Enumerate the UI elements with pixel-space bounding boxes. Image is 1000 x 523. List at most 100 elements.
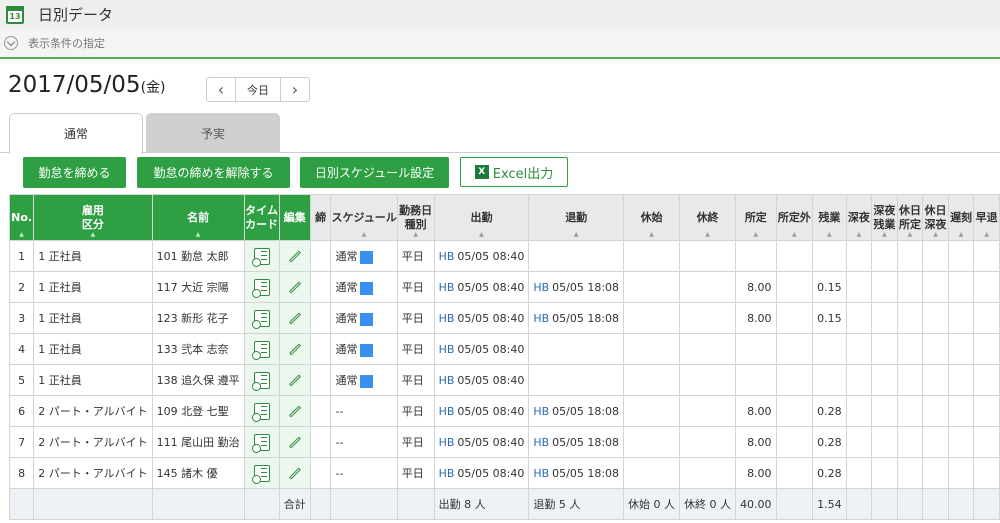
cell-clock-in[interactable]: HB 05/05 08:40 <box>433 302 530 334</box>
cell-schedule: 通常 <box>330 364 398 396</box>
pencil-icon[interactable] <box>288 436 301 449</box>
col-schedule[interactable]: スケジュール ▲ <box>330 194 398 241</box>
col-holiday-regular[interactable]: 休日 所定 ▲ <box>896 194 924 241</box>
timecard-icon[interactable] <box>251 433 270 453</box>
footer-regular: 40.00 <box>735 488 777 520</box>
cell-lock <box>309 395 332 427</box>
cell-clock-out[interactable]: HB 05/05 18:08 <box>528 302 625 334</box>
cell-clock-out[interactable]: HB 05/05 18:08 <box>528 426 625 458</box>
col-holiday-late-night[interactable]: 休日 深夜 ▲ <box>922 194 949 241</box>
cell-edit[interactable] <box>278 364 311 396</box>
col-no[interactable]: No. ▲ <box>8 194 35 241</box>
cell-clock-in[interactable]: HB 05/05 08:40 <box>433 333 530 365</box>
pencil-icon[interactable] <box>288 374 301 387</box>
cell-non-regular <box>775 333 814 365</box>
cell-name: 145 諸木 優 <box>151 457 245 489</box>
unclose-attendance-button[interactable]: 勤怠の締めを解除する <box>137 157 290 188</box>
timecard-icon[interactable] <box>251 402 270 422</box>
col-regular[interactable]: 所定 ▲ <box>735 194 777 241</box>
cell-timecard[interactable] <box>243 426 280 458</box>
cell-non-regular <box>775 302 814 334</box>
pencil-icon[interactable] <box>288 281 301 294</box>
col-day-kind[interactable]: 勤務日 種別 ▲ <box>396 194 435 241</box>
cell-overtime <box>812 333 847 365</box>
cell-clock-out[interactable] <box>528 333 625 365</box>
cell-timecard[interactable] <box>243 302 280 334</box>
cell-non-regular <box>775 364 814 396</box>
cell-timecard[interactable] <box>243 364 280 396</box>
col-early-leave[interactable]: 早退 ▲ <box>973 194 1000 241</box>
cell-edit[interactable] <box>278 302 311 334</box>
next-day-button[interactable]: › <box>281 78 309 101</box>
timecard-icon[interactable] <box>251 340 270 360</box>
cell-overtime: 0.15 <box>812 302 847 334</box>
timecard-icon[interactable] <box>251 278 270 298</box>
cell-timecard[interactable] <box>243 240 280 272</box>
col-clock-out[interactable]: 退勤 ▲ <box>528 194 625 241</box>
cell-break-end <box>679 364 737 396</box>
col-clock-in[interactable]: 出勤 ▲ <box>433 194 530 241</box>
prev-day-button[interactable]: ‹ <box>207 78 235 101</box>
timecard-icon[interactable] <box>251 371 270 391</box>
cell-schedule: -- <box>330 426 398 458</box>
cell-clock-out[interactable] <box>528 240 625 272</box>
col-late[interactable]: 遅刻 ▲ <box>947 194 975 241</box>
col-name[interactable]: 名前 ▲ <box>151 194 245 241</box>
col-break-start[interactable]: 休始 ▲ <box>623 194 681 241</box>
cell-timecard[interactable] <box>243 271 280 303</box>
daily-schedule-button[interactable]: 日別スケジュール設定 <box>300 157 449 188</box>
schedule-color-swatch <box>360 312 374 326</box>
cell-non-regular <box>775 426 814 458</box>
cell-clock-in[interactable]: HB 05/05 08:40 <box>433 426 530 458</box>
cell-timecard[interactable] <box>243 395 280 427</box>
cell-clock-in[interactable]: HB 05/05 08:40 <box>433 240 530 272</box>
footer-clock-in: 出勤 8 人 <box>433 488 530 520</box>
cell-edit[interactable] <box>278 457 311 489</box>
cell-overtime: 0.15 <box>812 271 847 303</box>
cell-edit[interactable] <box>278 333 311 365</box>
col-non-regular[interactable]: 所定外 ▲ <box>775 194 814 241</box>
tab-normal[interactable]: 通常 <box>9 113 143 154</box>
col-late-night[interactable]: 深夜 ▲ <box>845 194 873 241</box>
cell-clock-in[interactable]: HB 05/05 08:40 <box>433 457 530 489</box>
clock-in-source: HB <box>438 342 455 356</box>
timecard-icon[interactable] <box>251 247 270 267</box>
cell-lock <box>309 333 332 365</box>
cell-break-start <box>623 333 681 365</box>
cell-clock-in[interactable]: HB 05/05 08:40 <box>433 271 530 303</box>
col-late-night-overtime[interactable]: 深夜 残業 ▲ <box>871 194 898 241</box>
cell-edit[interactable] <box>278 240 311 272</box>
cell-clock-out[interactable] <box>528 364 625 396</box>
today-button[interactable]: 今日 <box>235 78 281 101</box>
col-overtime[interactable]: 残業 ▲ <box>812 194 847 241</box>
cell-clock-out[interactable]: HB 05/05 18:08 <box>528 271 625 303</box>
conditions-toggle[interactable]: 表示条件の指定 <box>0 29 1000 59</box>
cell-edit[interactable] <box>278 426 311 458</box>
conditions-label[interactable]: 表示条件の指定 <box>28 35 105 51</box>
pencil-icon[interactable] <box>288 250 301 263</box>
cell-clock-out[interactable]: HB 05/05 18:08 <box>528 457 625 489</box>
col-break-end[interactable]: 休終 ▲ <box>679 194 737 241</box>
cell-regular: 8.00 <box>735 395 777 427</box>
tab-plan-actual[interactable]: 予実 <box>146 113 280 153</box>
col-employment[interactable]: 雇用 区分 ▲ <box>33 194 153 241</box>
cell-clock-out[interactable]: HB 05/05 18:08 <box>528 395 625 427</box>
pencil-icon[interactable] <box>288 405 301 418</box>
cell-timecard[interactable] <box>243 457 280 489</box>
clock-in-source: HB <box>438 311 455 325</box>
cell-clock-in[interactable]: HB 05/05 08:40 <box>433 364 530 396</box>
chevron-down-icon[interactable] <box>4 36 18 50</box>
pencil-icon[interactable] <box>288 312 301 325</box>
cell-edit[interactable] <box>278 271 311 303</box>
cell-clock-in[interactable]: HB 05/05 08:40 <box>433 395 530 427</box>
cell-timecard[interactable] <box>243 333 280 365</box>
excel-export-button[interactable]: X Excel出力 <box>460 157 568 187</box>
cell-no: 8 <box>8 457 35 489</box>
cell-edit[interactable] <box>278 395 311 427</box>
pencil-icon[interactable] <box>288 467 301 480</box>
close-attendance-button[interactable]: 勤怠を締める <box>23 157 126 188</box>
timecard-icon[interactable] <box>251 464 270 484</box>
timecard-icon[interactable] <box>251 309 270 329</box>
cell-break-start <box>623 364 681 396</box>
pencil-icon[interactable] <box>288 343 301 356</box>
